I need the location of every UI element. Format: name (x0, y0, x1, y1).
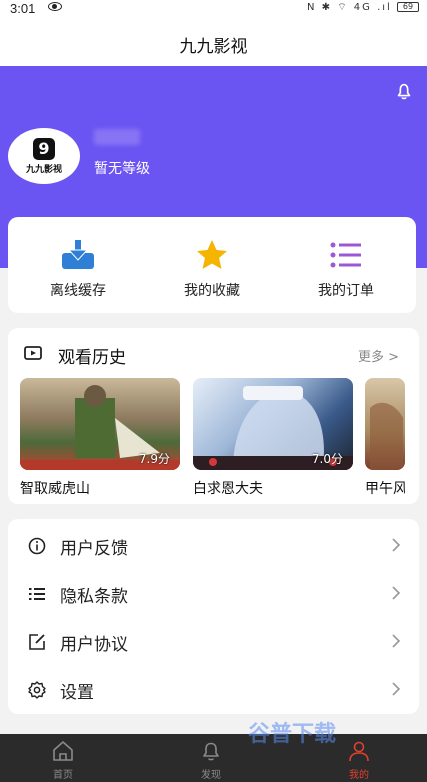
tab-label: 首页 (53, 770, 73, 781)
avatar[interactable]: 9 九九影视 (8, 128, 80, 184)
bell-icon (203, 742, 219, 761)
tab-home[interactable]: 首页 (10, 734, 116, 782)
bell-icon[interactable] (393, 80, 415, 102)
history-thumbnail[interactable]: 7.0分 (193, 378, 353, 470)
history-item-title[interactable]: 白求恩大夫 (193, 478, 353, 498)
username-redacted (94, 129, 140, 145)
quick-orders[interactable]: 我的订单 (278, 217, 414, 313)
status-bar: 3:01 N ✱ ⌔ 4G .ıl 69 (0, 0, 427, 18)
history-score: 7.0分 (311, 452, 343, 466)
poster-image (370, 402, 403, 470)
app-header: 九九影视 (0, 18, 427, 66)
settings-menu-card: 用户反馈 隐私条款 用户协议 设置 (8, 519, 419, 714)
star-icon (197, 240, 227, 269)
watermark-text: 谷普下载 (248, 722, 337, 747)
menu-label: 用户反馈 (60, 539, 128, 559)
user-icon (349, 741, 369, 762)
history-score: 7.9分 (138, 452, 170, 466)
menu-label: 用户协议 (60, 635, 128, 655)
chevron-right-icon (392, 538, 401, 552)
history-item-title[interactable]: 智取威虎山 (20, 478, 180, 498)
list-icon (330, 242, 361, 268)
history-title: 观看历史 (58, 348, 126, 368)
menu-item-privacy[interactable]: 隐私条款 (8, 569, 419, 617)
quick-label: 我的订单 (318, 283, 374, 299)
list-icon (29, 588, 45, 600)
info-icon (28, 537, 46, 555)
menu-item-feedback[interactable]: 用户反馈 (8, 521, 419, 569)
status-time: 3:01 (10, 1, 36, 16)
status-icons: N ✱ ⌔ 4G .ıl 69 (307, 1, 419, 14)
avatar-logo-text: 九九影视 (25, 164, 62, 175)
watch-history-card: 观看历史 更多 > 7.9分 智取威虎山 7.0分 白求恩大夫 甲午风云 (8, 328, 419, 504)
menu-item-settings[interactable]: 设置 (8, 665, 419, 713)
chevron-right-icon (392, 586, 401, 600)
history-thumbnail[interactable] (365, 378, 405, 470)
chevron-right-icon (392, 634, 401, 648)
edit-icon (29, 634, 45, 650)
history-item-title[interactable]: 甲午风云 (365, 478, 405, 498)
quick-offline-cache[interactable]: 离线缓存 (10, 217, 146, 313)
quick-label: 我的收藏 (184, 283, 240, 299)
video-icon (24, 346, 42, 360)
gear-icon (28, 681, 46, 699)
home-icon (53, 741, 73, 761)
quick-actions-card: 离线缓存 我的收藏 我的订单 (8, 217, 416, 313)
chevron-right-icon (392, 682, 401, 696)
status-signal-icons: N ✱ ⌔ 4G .ıl (306, 2, 392, 13)
user-level: 暂无等级 (94, 161, 150, 177)
history-thumbnail[interactable]: 7.9分 (20, 378, 180, 470)
tab-label: 发现 (201, 770, 221, 781)
download-icon (62, 240, 94, 269)
menu-label: 隐私条款 (60, 587, 128, 607)
quick-label: 离线缓存 (50, 283, 106, 299)
tab-label: 我的 (349, 770, 369, 781)
page-title: 九九影视 (179, 37, 248, 57)
battery-icon: 69 (397, 2, 419, 12)
eye-icon (48, 2, 62, 11)
bottom-tab-bar: 首页 发现 我的 (0, 734, 427, 782)
menu-label: 设置 (60, 683, 94, 703)
quick-favorites[interactable]: 我的收藏 (144, 217, 280, 313)
logo-icon: 9 (33, 137, 55, 160)
menu-item-agreement[interactable]: 用户协议 (8, 617, 419, 665)
history-more-link[interactable]: 更多 > (358, 346, 399, 365)
